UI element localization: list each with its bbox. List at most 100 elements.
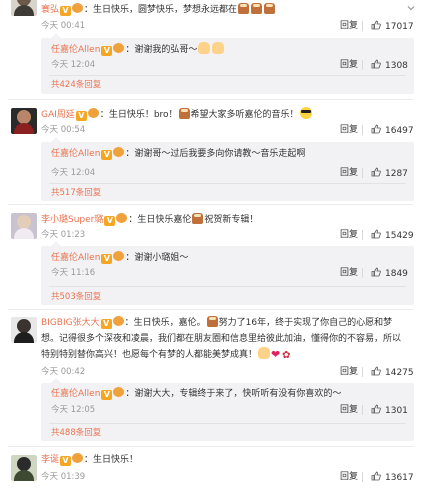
comment-time: 今天 01:23	[41, 230, 86, 240]
comment-text: GAI周延 V ：生日快乐！bro！ 希望大家多听嘉伦的音乐！	[41, 107, 409, 123]
comment-username[interactable]: GAI周延	[41, 110, 75, 120]
reply-text: 任嘉伦Allen V ：谢谢哥～过后我要多向你请教～音乐走起啊	[51, 147, 306, 160]
medal-icon	[113, 147, 125, 157]
reply-button[interactable]: 回复	[340, 59, 358, 71]
comment-item: 李小璐Super璐 V ：生日快乐嘉伦 祝贺新专辑！ 今天 01:23 回复 1542…	[0, 210, 421, 310]
reply-time: 今天 12:04	[51, 60, 96, 70]
like-button[interactable]: 1308	[371, 59, 408, 72]
pray-emoji-icon	[198, 42, 211, 54]
reply-button[interactable]: 回复	[340, 267, 358, 279]
thumbs-up-icon	[371, 267, 381, 277]
reply-button[interactable]: 回复	[340, 124, 358, 136]
rose-icon: ✿	[282, 350, 291, 361]
thumbs-up-icon	[371, 471, 381, 481]
like-button[interactable]: 15429	[371, 229, 414, 242]
like-button[interactable]: 1849	[371, 267, 408, 280]
like-count: 13617	[385, 473, 414, 483]
reply-username[interactable]: 任嘉伦Allen	[51, 389, 100, 399]
more-replies-link[interactable]: 共517条回复	[51, 187, 101, 199]
comment-time: 今天 01:39	[41, 472, 86, 482]
reply-button[interactable]: 回复	[340, 229, 358, 241]
medal-icon	[116, 213, 128, 223]
medal-icon	[72, 453, 84, 463]
verified-icon: V	[101, 46, 113, 56]
reply-username[interactable]: 任嘉伦Allen	[51, 149, 100, 159]
reply-button[interactable]: 回复	[340, 167, 358, 179]
comment-text: 寰弘 V ：生日快乐，圆梦快乐，梦想永远都在	[41, 2, 409, 18]
more-replies-link[interactable]: 共424条回复	[51, 79, 101, 91]
comment-username[interactable]: BIGBIG张大大	[41, 318, 100, 328]
comment-item: BIGBIG张大大 V ：生日快乐，嘉伦。 努力了16年，终于实现了你自己的心愿和梦想…	[0, 314, 421, 444]
like-button[interactable]: 17017	[371, 20, 414, 33]
reply-button[interactable]: 回复	[340, 366, 358, 378]
reply-button[interactable]: 回复	[340, 404, 358, 416]
reply-button[interactable]: 回复	[340, 20, 358, 32]
more-replies-link[interactable]: 共503条回复	[51, 291, 101, 303]
medal-icon	[87, 108, 99, 118]
like-count: 1308	[385, 61, 408, 71]
thumbs-up-icon	[371, 229, 381, 239]
reply-username[interactable]: 任嘉伦Allen	[51, 45, 100, 55]
cake-icon	[238, 3, 250, 14]
like-button[interactable]: 14275	[371, 366, 414, 379]
avatar[interactable]	[11, 108, 37, 134]
like-button[interactable]: 16497	[371, 124, 414, 137]
thumbs-up-icon	[371, 404, 381, 414]
reply-box: 任嘉伦Allen V ：谢谢哥～过后我要多向你请教～音乐走起啊 今天 12:04 回…	[41, 137, 414, 201]
avatar[interactable]	[11, 455, 37, 481]
comment-time: 今天 00:41	[41, 21, 86, 31]
comment-text: 李小璐Super璐 V ：生日快乐嘉伦 祝贺新专辑！	[41, 213, 259, 226]
comment-username[interactable]: 寰弘	[41, 5, 59, 15]
like-count: 17017	[385, 22, 414, 32]
medal-icon	[113, 43, 125, 53]
medal-icon	[112, 316, 124, 326]
thumbs-up-icon	[371, 20, 381, 30]
like-count: 14275	[385, 368, 414, 378]
cake-icon	[178, 108, 190, 119]
medal-icon	[113, 251, 125, 261]
like-count: 16497	[385, 126, 414, 136]
heart-icon: ❤	[271, 348, 281, 361]
reply-button[interactable]: 回复	[340, 471, 358, 483]
reply-time: 今天 12:05	[51, 405, 96, 415]
like-count: 1849	[385, 269, 408, 279]
avatar[interactable]	[11, 213, 37, 239]
avatar[interactable]	[11, 317, 37, 343]
thumbs-up-icon	[371, 167, 381, 177]
pray-emoji-icon	[212, 42, 225, 54]
like-count: 1287	[385, 169, 408, 179]
cake-icon	[251, 3, 263, 14]
chevron-down-icon[interactable]	[407, 4, 415, 12]
cake-icon	[264, 3, 276, 14]
comment-item: 寰弘 V ：生日快乐，圆梦快乐，梦想永远都在 今天 00:41 回复 17017 任…	[0, 0, 421, 98]
reply-time: 今天 11:16	[51, 268, 96, 278]
comment-time: 今天 00:54	[41, 125, 86, 135]
reply-username[interactable]: 任嘉伦Allen	[51, 253, 100, 263]
comment-feed: 寰弘 V ：生日快乐，圆梦快乐，梦想永远都在 今天 00:41 回复 17017 任…	[0, 0, 421, 500]
more-replies-link[interactable]: 共488条回复	[51, 427, 101, 439]
verified-icon: V	[101, 150, 113, 160]
reply-box: 任嘉伦Allen V ：谢谢我的弘哥～ 今天 12:04 回复 1308 共424条…	[41, 33, 414, 94]
comment-username[interactable]: 李小璐Super璐	[41, 215, 103, 225]
like-count: 15429	[385, 231, 414, 241]
medal-icon	[72, 3, 84, 13]
pray-emoji-icon	[258, 347, 271, 359]
verified-icon: V	[75, 111, 87, 121]
reply-box: 任嘉伦Allen V ：谢谢大大，专辑终于来了，快听听有没有你喜欢的～ 今天 12:…	[41, 378, 414, 441]
like-button[interactable]: 1287	[371, 167, 408, 180]
verified-icon: V	[60, 456, 72, 466]
comment-item: GAI周延 V ：生日快乐！bro！ 希望大家多听嘉伦的音乐！ 今天 00:54 回复…	[0, 105, 421, 205]
thumbs-up-icon	[371, 59, 381, 69]
reply-text: 任嘉伦Allen V ：谢谢大大，专辑终于来了，快听听有没有你喜欢的～	[51, 387, 342, 400]
verified-icon: V	[104, 216, 116, 226]
like-count: 1301	[385, 406, 408, 416]
like-button[interactable]: 1301	[371, 404, 408, 417]
sunglasses-emoji-icon	[299, 107, 312, 119]
verified-icon: V	[100, 319, 112, 329]
comment-username[interactable]: 李诞	[41, 455, 59, 465]
avatar[interactable]	[11, 0, 37, 16]
comment-text: 李诞 V ：生日快乐！	[41, 453, 139, 466]
like-button[interactable]: 13617	[371, 471, 414, 484]
thumbs-up-icon	[371, 366, 381, 376]
verified-icon: V	[101, 254, 113, 264]
